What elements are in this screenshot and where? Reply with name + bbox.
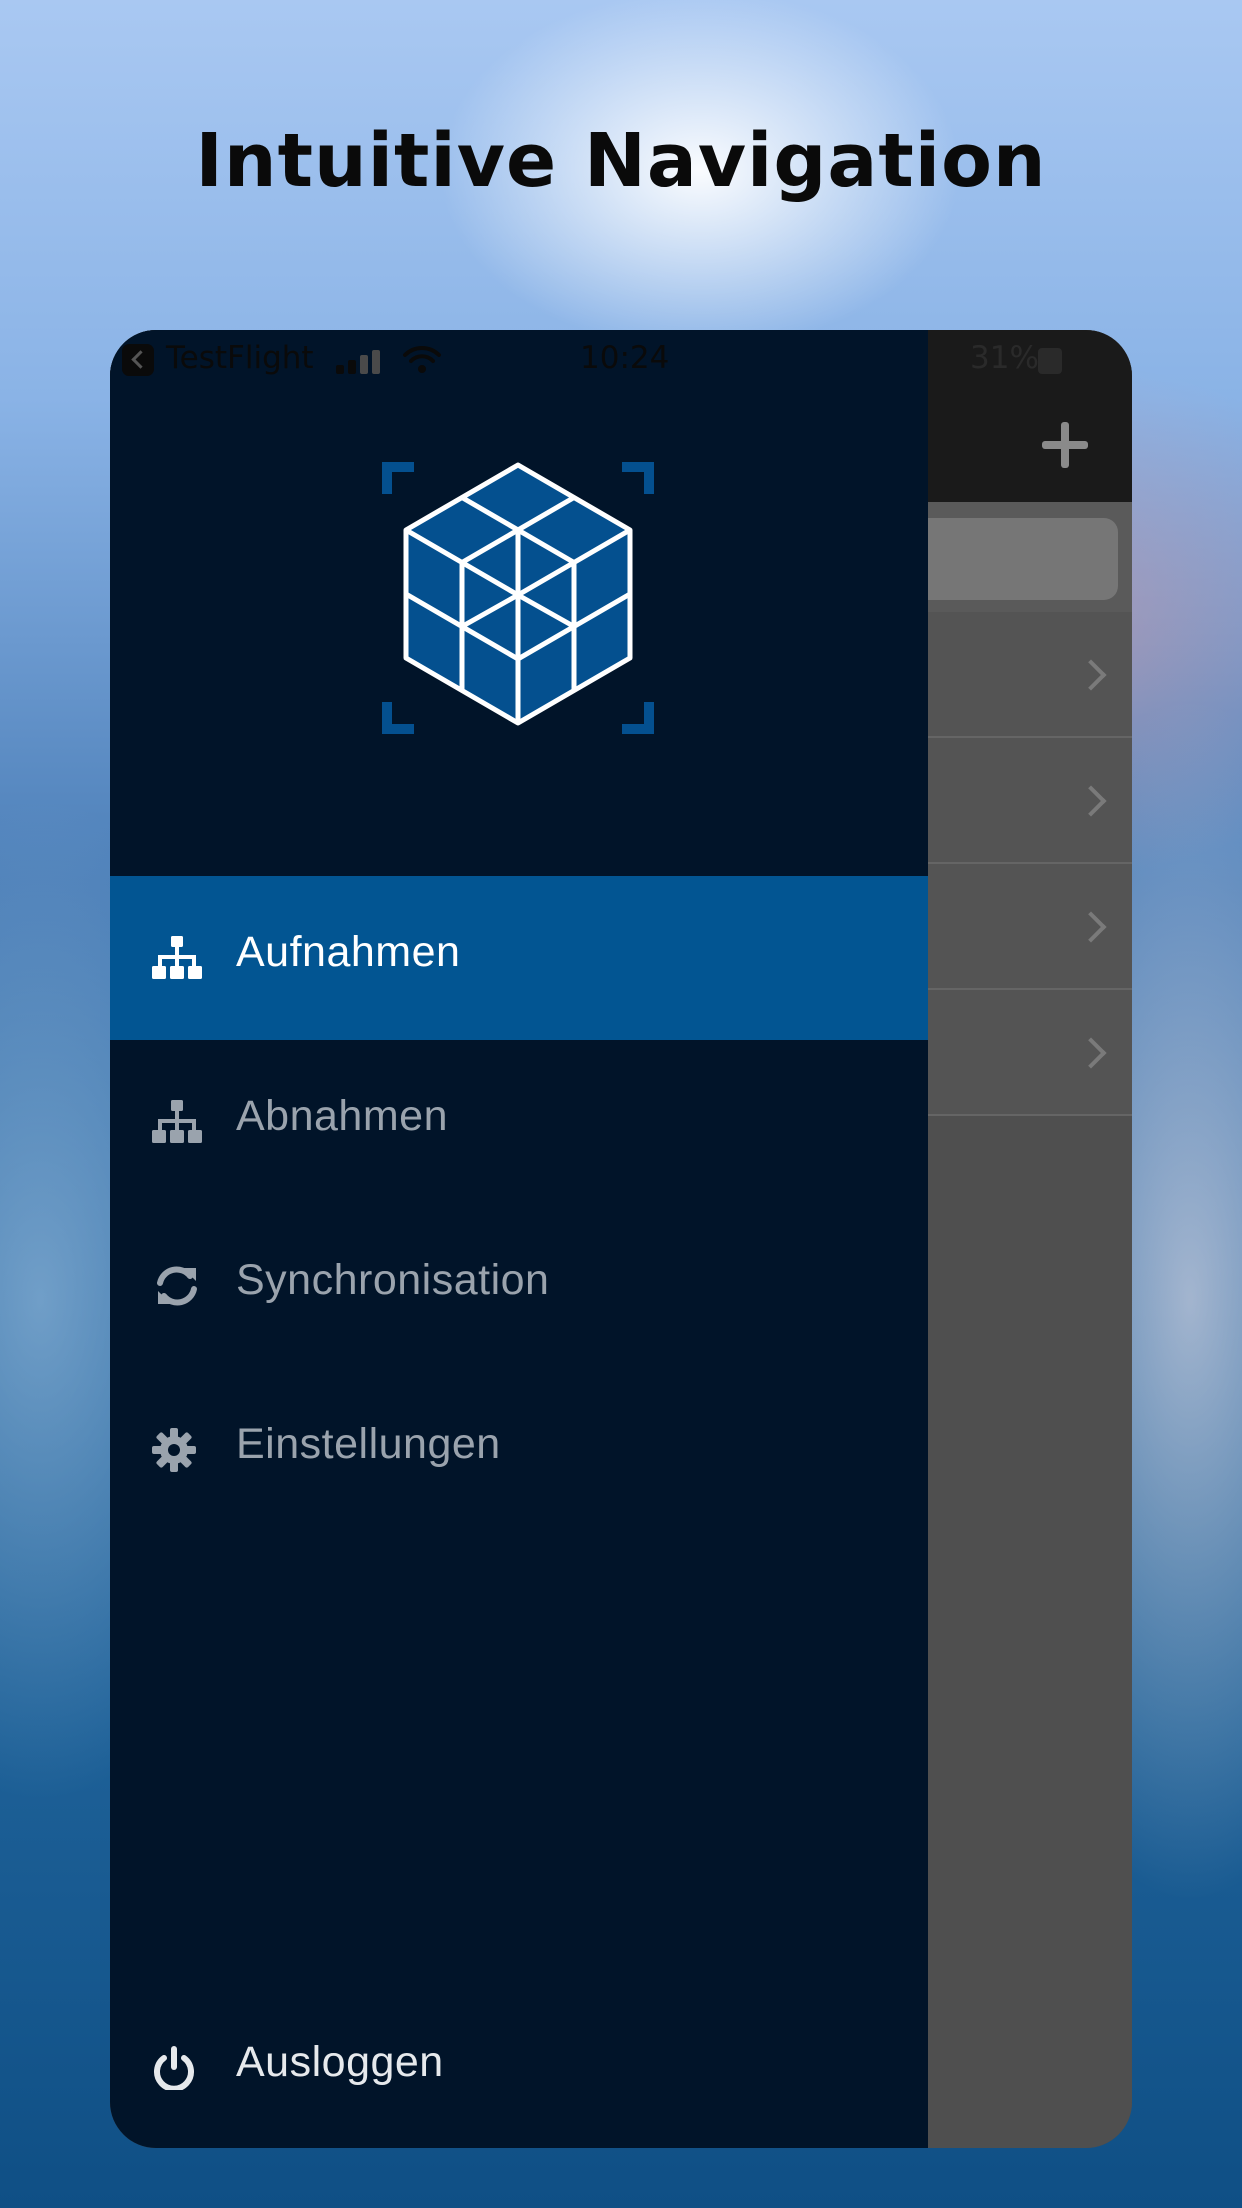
add-icon[interactable] [1042, 422, 1088, 468]
menu-item-label: Einstellungen [236, 1420, 501, 1468]
status-bar: TestFlight 10:24 31% [110, 330, 1132, 386]
status-carrier: TestFlight [166, 340, 314, 376]
battery-icon [1038, 348, 1062, 374]
logout-button[interactable]: Ausloggen [110, 1986, 928, 2148]
phone-screen: Aufnahmen Abnahmen Synchronisation Einst… [110, 330, 1132, 2148]
signal-icon [336, 350, 382, 374]
back-to-app-icon[interactable] [122, 344, 154, 376]
status-time: 10:24 [580, 340, 670, 376]
menu-item-synchronisation[interactable]: Synchronisation [110, 1204, 928, 1368]
refresh-icon [157, 1266, 197, 1306]
menu-item-abnahmen[interactable]: Abnahmen [110, 1040, 928, 1204]
navigation-drawer: Aufnahmen Abnahmen Synchronisation Einst… [110, 330, 928, 2148]
wifi-icon [403, 345, 441, 373]
menu-item-label: Synchronisation [236, 1256, 550, 1304]
app-logo [382, 462, 654, 734]
menu-item-label: Abnahmen [236, 1092, 448, 1140]
menu-item-einstellungen[interactable]: Einstellungen [110, 1368, 928, 1532]
sitemap-icon [152, 1100, 202, 1143]
page-headline: Intuitive Navigation [195, 118, 1047, 204]
power-icon [154, 2046, 194, 2090]
menu-item-aufnahmen[interactable]: Aufnahmen [110, 876, 928, 1040]
gear-icon [152, 1428, 196, 1472]
status-battery-percent: 31% [970, 340, 1039, 376]
menu-item-label: Aufnahmen [236, 928, 461, 976]
logout-label: Ausloggen [236, 2038, 444, 2086]
sitemap-icon [152, 936, 202, 979]
